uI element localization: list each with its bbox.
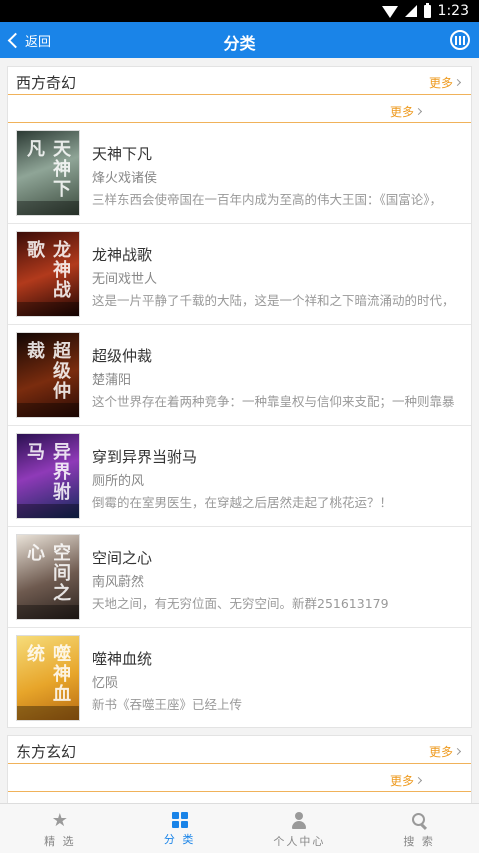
battery-icon [423,2,431,18]
book-description: 天地之间，有无穷位面、无穷空间。新群251613179 [92,596,389,611]
bookshelf-icon-bar [459,35,461,45]
bottom-tab-bar: ★ 精 选 分 类 个人中心 搜 索 [0,803,479,853]
grid-icon [171,812,188,828]
book-description: 三样东西会使帝国在一百年内成为至高的伟大王国：《国富论》， [92,192,443,207]
book-cover: 空间之心 [16,534,80,620]
app-bar: 返回 分类 [0,22,479,58]
book-cover: 异界驸马 [16,433,80,519]
book-item[interactable]: 噬神血统 噬神血统 忆陨 新书《吞噬王座》已经上传 [8,628,471,729]
cover-strip [17,605,79,619]
cover-strip [17,706,79,720]
status-bar: 1:23 [0,0,479,22]
book-author: 南风蔚然 [92,575,145,590]
category-section-eastern-fantasy: 东方玄幻 更多 更多 [7,735,472,803]
cover-strip [17,403,79,417]
book-item[interactable]: 天神下凡 天神下凡 烽火戏诸侯 三样东西会使帝国在一百年内成为至高的伟大王国：《… [8,123,471,224]
section-header: 东方玄幻 更多 [8,736,471,764]
book-title: 穿到异界当驸马 [92,448,198,466]
section-title: 东方玄幻 [16,743,77,761]
section-title: 西方奇幻 [16,74,77,92]
book-title: 空间之心 [92,549,153,567]
book-author: 烽火戏诸侯 [92,171,158,186]
book-cover: 噬神血统 [16,635,80,721]
status-icons: 1:23 [381,2,469,19]
chevron-right-icon [453,747,462,756]
book-cover: 天神下凡 [16,130,80,216]
book-title: 噬神血统 [92,650,153,668]
cover-strip [17,201,79,215]
page-title: 分类 [223,34,256,53]
section-subrow: 更多 [8,764,471,792]
category-content[interactable]: 西方奇幻 更多 更多 天神下凡 天神下凡 烽火戏诸侯 三样东西会使帝国在一百年内… [0,58,479,803]
book-author: 楚蒲阳 [92,373,132,388]
bookshelf-icon-bar [463,35,465,45]
book-author: 忆陨 [92,676,119,691]
tab-profile[interactable]: 个人中心 [240,804,360,853]
book-title: 超级仲裁 [92,347,153,365]
section-subrow: 更多 [8,95,471,123]
section-more-link[interactable]: 更多 [428,743,462,760]
tab-featured[interactable]: ★ 精 选 [0,804,120,853]
search-icon [411,812,427,830]
section-more-link[interactable]: 更多 [428,74,462,91]
book-description: 这是一片平静了千载的大陆，这是一个祥和之下暗流涌动的时代， [92,293,455,308]
book-cover: 龙神战歌 [16,231,80,317]
book-title: 龙神战歌 [92,246,153,264]
cover-strip [17,302,79,316]
book-title: 天神下凡 [92,145,153,163]
subrow-more-link[interactable]: 更多 [389,103,423,120]
book-description: 倒霉的在室男医生，在穿越之后居然走起了桃花运？！ [92,495,393,510]
chevron-right-icon [414,776,423,785]
bookshelf-icon-bar [455,35,457,45]
tab-label: 精 选 [44,835,76,848]
tab-label: 分 类 [163,833,196,846]
category-section-western-fantasy: 西方奇幻 更多 更多 天神下凡 天神下凡 烽火戏诸侯 三样东西会使帝国在一百年内… [7,66,472,728]
cover-strip [17,504,79,518]
section-header: 西方奇幻 更多 [8,67,471,95]
bookshelf-button[interactable] [450,30,470,50]
more-label: 更多 [389,105,414,119]
book-description: 这个世界存在着两种竞争：一种靠皇权与信仰来支配；一种则靠暴 [92,394,455,409]
wifi-icon [381,6,398,18]
chevron-right-icon [414,107,423,116]
book-author: 厕所的风 [92,474,145,489]
book-cover: 超级仲裁 [16,332,80,418]
status-time: 1:23 [437,3,469,19]
book-description: 新书《吞噬王座》已经上传 [92,697,243,712]
more-label: 更多 [428,76,453,90]
more-label: 更多 [428,745,453,759]
book-author: 无间戏世人 [92,272,158,287]
person-icon [291,812,307,830]
chevron-right-icon [453,78,462,87]
tab-search[interactable]: 搜 索 [359,804,479,853]
subrow-more-link[interactable]: 更多 [389,772,423,789]
signal-icon [404,5,417,17]
star-icon: ★ [51,810,68,831]
tab-category[interactable]: 分 类 [120,804,240,853]
book-item[interactable]: 空间之心 空间之心 南风蔚然 天地之间，有无穷位面、无穷空间。新群2516131… [8,527,471,628]
book-item[interactable]: 异界驸马 穿到异界当驸马 厕所的风 倒霉的在室男医生，在穿越之后居然走起了桃花运… [8,426,471,527]
book-item[interactable]: 龙神战歌 龙神战歌 无间戏世人 这是一片平静了千载的大陆，这是一个祥和之下暗流涌… [8,224,471,325]
tab-label: 个人中心 [273,835,326,848]
more-label: 更多 [389,774,414,788]
book-item[interactable]: 超级仲裁 超级仲裁 楚蒲阳 这个世界存在着两种竞争：一种靠皇权与信仰来支配；一种… [8,325,471,426]
tab-label: 搜 索 [403,835,435,848]
